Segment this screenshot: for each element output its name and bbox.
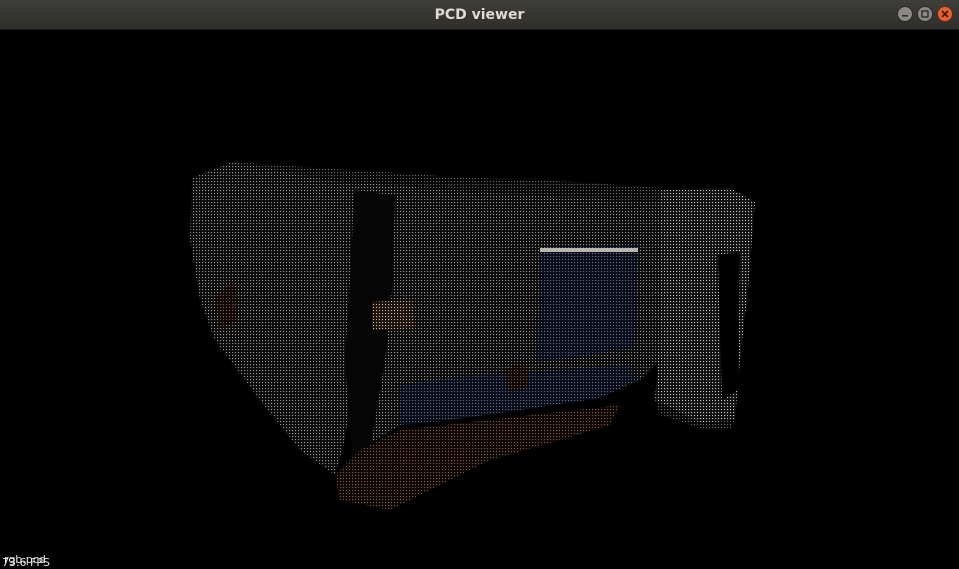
point-cloud-viewport[interactable]: 73.6 FPS rgb.pcd (0, 30, 959, 569)
title-bar[interactable]: PCD viewer (0, 0, 959, 30)
point-cloud-render[interactable] (0, 30, 959, 569)
close-button[interactable] (937, 6, 953, 22)
minimize-icon (902, 15, 908, 17)
window-title: PCD viewer (434, 7, 525, 23)
maximize-button[interactable] (917, 6, 933, 22)
maximize-icon (921, 10, 929, 18)
cloud-window (538, 244, 638, 362)
minimize-button[interactable] (897, 6, 913, 22)
cloud-right-door (655, 188, 755, 423)
cloud-left-wall (190, 162, 355, 475)
close-icon (941, 10, 949, 18)
window-controls (897, 6, 953, 24)
cloud-window-frame (540, 248, 638, 252)
pcd-viewer-window: PCD viewer 73.6 FPS rgb.pcd (0, 0, 959, 569)
cloud-file-label: rgb.pcd (4, 553, 46, 566)
cloud-lamp (372, 300, 415, 330)
